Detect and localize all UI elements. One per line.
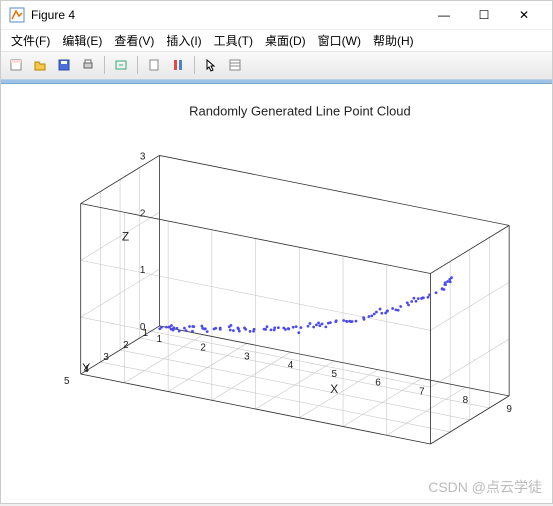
maximize-button[interactable]: ☐ [464, 1, 504, 29]
svg-text:X: X [330, 381, 338, 395]
svg-text:1: 1 [157, 333, 163, 344]
svg-text:8: 8 [463, 395, 469, 406]
chart-3d-scatter: Randomly Generated Line Point Cloud 1 2 3 4 5… [1, 84, 552, 503]
toolbar-separator [194, 56, 195, 74]
toolbar-separator [104, 56, 105, 74]
menu-edit[interactable]: 编辑(E) [56, 30, 108, 51]
brush-button[interactable] [143, 54, 165, 76]
titlebar[interactable]: Figure 4 — ☐ ✕ [1, 1, 552, 30]
svg-text:3: 3 [140, 151, 146, 162]
toolbar [1, 52, 552, 79]
svg-text:Z: Z [122, 229, 129, 243]
close-button[interactable]: ✕ [504, 1, 544, 29]
new-figure-button[interactable] [5, 54, 27, 76]
svg-text:4: 4 [288, 360, 294, 371]
plot-area[interactable]: Randomly Generated Line Point Cloud 1 2 3 4 5… [1, 84, 552, 503]
svg-text:Randomly Generated Line Point: Randomly Generated Line Point Cloud [189, 103, 411, 118]
svg-text:3: 3 [244, 351, 250, 362]
menubar: 文件(F) 编辑(E) 查看(V) 插入(I) 工具(T) 桌面(D) 窗口(W… [1, 30, 552, 52]
menu-file[interactable]: 文件(F) [5, 30, 56, 51]
window-title: Figure 4 [31, 8, 424, 22]
property-inspector-button[interactable] [224, 54, 246, 76]
pointer-button[interactable] [200, 54, 222, 76]
svg-text:2: 2 [140, 208, 146, 219]
open-button[interactable] [29, 54, 51, 76]
menu-desktop[interactable]: 桌面(D) [259, 30, 312, 51]
toolbar-separator [137, 56, 138, 74]
save-button[interactable] [53, 54, 75, 76]
menu-tools[interactable]: 工具(T) [208, 30, 259, 51]
menu-insert[interactable]: 插入(I) [160, 30, 207, 51]
matlab-icon [9, 7, 25, 23]
svg-text:5: 5 [332, 368, 338, 379]
menu-help[interactable]: 帮助(H) [367, 30, 420, 51]
print-button[interactable] [77, 54, 99, 76]
svg-text:2: 2 [123, 339, 129, 350]
svg-text:Y: Y [82, 360, 90, 374]
menu-view[interactable]: 查看(V) [108, 30, 160, 51]
minimize-button[interactable]: — [424, 1, 464, 29]
link-button[interactable] [110, 54, 132, 76]
svg-text:9: 9 [506, 403, 512, 414]
colorbar-button[interactable] [167, 54, 189, 76]
svg-text:0: 0 [140, 321, 146, 332]
figure-window: Figure 4 — ☐ ✕ 文件(F) 编辑(E) 查看(V) 插入(I) 工… [0, 0, 553, 504]
svg-text:6: 6 [375, 377, 381, 388]
svg-text:1: 1 [140, 265, 146, 276]
svg-text:5: 5 [64, 376, 70, 387]
menu-window[interactable]: 窗口(W) [312, 30, 367, 51]
svg-text:7: 7 [419, 386, 425, 397]
svg-text:2: 2 [200, 342, 206, 353]
svg-text:3: 3 [103, 351, 109, 362]
